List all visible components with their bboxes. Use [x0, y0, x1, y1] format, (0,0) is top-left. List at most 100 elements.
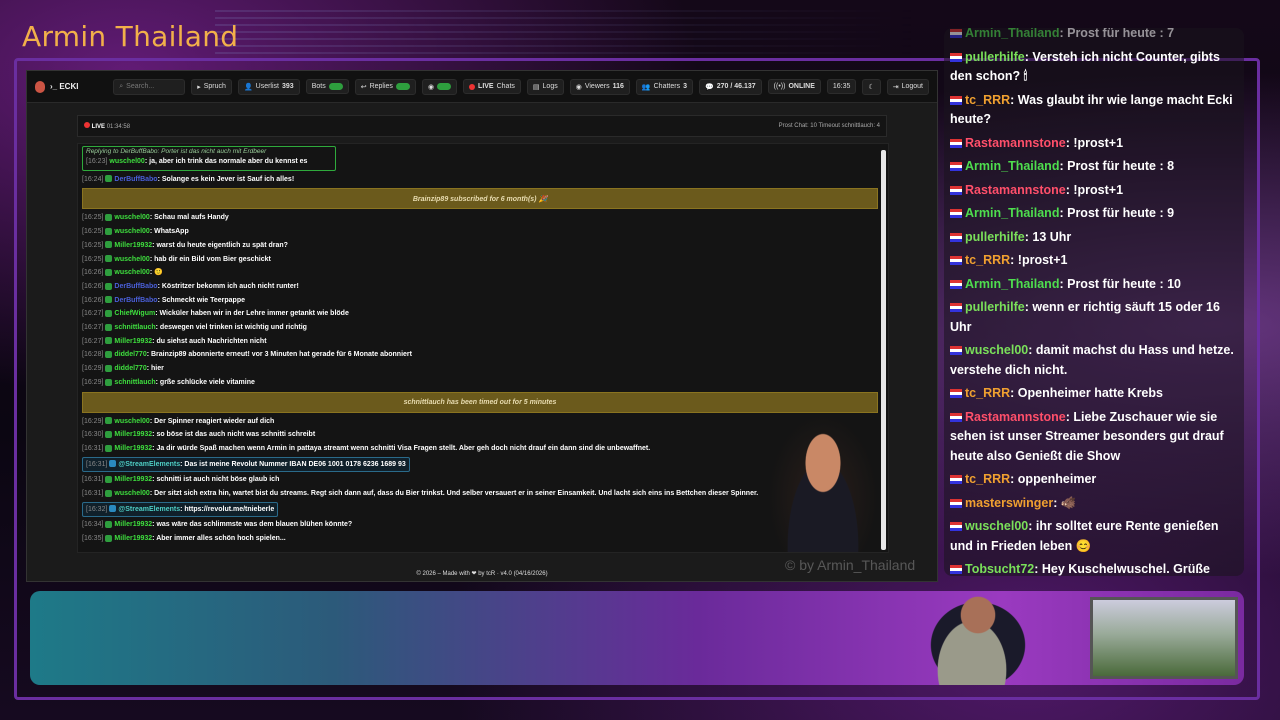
chat-username[interactable]: Miller19932 — [114, 431, 152, 438]
toggle-switch[interactable] — [395, 83, 410, 90]
badge-icon — [105, 417, 113, 425]
chat-username[interactable]: schnittlauch — [114, 379, 155, 386]
chat-message: [16:25] Miller19932: warst du heute eigen… — [78, 239, 888, 253]
live-dot-icon — [469, 83, 476, 90]
chat-username[interactable]: diddel770 — [114, 351, 146, 358]
online-status: ((•)) ONLINE — [767, 79, 821, 94]
chat-username[interactable]: @StreamElements — [118, 506, 180, 513]
chat-username[interactable]: ChiefWigum — [114, 310, 155, 317]
toggle-switch[interactable] — [328, 83, 343, 90]
chat-text: : was wäre das schlimmste was dem blauen… — [152, 521, 353, 529]
scrollbar[interactable] — [881, 150, 886, 550]
timestamp: [16:31] — [82, 490, 104, 498]
flag-icon — [950, 303, 962, 313]
spruch-button[interactable]: ▸ Spruch — [191, 78, 232, 95]
chat-username[interactable]: wuschel00 — [114, 256, 149, 263]
chat-username[interactable]: Miller19932 — [114, 445, 152, 452]
viewers-counter[interactable]: ◉ Viewers 116 — [569, 78, 630, 95]
chat-username[interactable]: schnittlauch — [114, 324, 155, 331]
overlay-username: Armin_Thailand — [965, 206, 1060, 220]
replies-toggle[interactable]: ↩ Replies — [354, 78, 416, 95]
badge-icon — [105, 534, 113, 542]
flag-icon — [950, 52, 962, 62]
badge-icon — [105, 364, 113, 372]
logout-button[interactable]: ⇥ Logout — [886, 78, 929, 95]
overlay-message: masterswinger: 🐗 — [944, 492, 1244, 516]
system-notice: schnittlauch has been timed out for 5 mi… — [82, 391, 878, 413]
chat-text: : warst du heute eigentlich zu spät dran… — [152, 241, 288, 249]
robot-toggle[interactable]: ◉ — [421, 78, 458, 95]
overlay-message: tc_RRR: Was glaubt ihr wie lange macht E… — [944, 89, 1244, 132]
overlay-text: : oppenheimer — [1010, 472, 1097, 486]
chat-username[interactable]: wuschel00 — [114, 214, 149, 221]
flag-icon — [950, 95, 962, 105]
chat-username[interactable]: Miller19932 — [114, 338, 152, 345]
chat-username[interactable]: DerBuffBabo — [114, 176, 157, 183]
flag-icon — [950, 162, 962, 172]
overlay-username: tc_RRR — [965, 92, 1011, 107]
overlay-username: wuschel00 — [965, 519, 1029, 533]
chat-username[interactable]: @StreamElements — [118, 461, 180, 468]
overlay-username: pullerhilfe — [965, 229, 1025, 244]
timestamp: [16:29] — [82, 378, 104, 386]
overlay-text: : Openheimer hatte Krebs — [1010, 386, 1163, 400]
timestamp: [16:24] — [82, 175, 104, 183]
chat-log[interactable]: Replying to DerBuffBabo: Porter ist das … — [77, 143, 889, 553]
chat-username[interactable]: wuschel00 — [114, 269, 149, 276]
robot-icon: ◉ — [427, 83, 435, 91]
timestamp: [16:26] — [82, 296, 104, 304]
overlay-message: Armin_Thailand: Prost für heute : 8 — [944, 155, 1244, 179]
live-status-bar: LIVE 01:34:58 Prost Chat: 10 Timeout sch… — [77, 115, 887, 137]
logs-button[interactable]: ▤ Logs — [526, 78, 564, 95]
overlay-message: Armin_Thailand: Prost für heute : 10 — [944, 273, 1244, 297]
timestamp: [16:25] — [82, 214, 104, 222]
flag-icon — [950, 138, 962, 148]
theme-toggle[interactable]: ☾ — [862, 78, 881, 95]
overlay-text: : 🐗 — [1053, 495, 1077, 510]
chat-username[interactable]: DerBuffBabo — [114, 283, 157, 290]
timestamp: [16:30] — [82, 431, 104, 439]
badge-icon — [105, 444, 113, 452]
chat-username[interactable]: wuschel00 — [114, 490, 149, 497]
play-icon: ▸ — [197, 83, 201, 91]
chat-username[interactable]: wuschel00 — [114, 418, 149, 425]
live-chats-button[interactable]: LIVE Chats — [463, 79, 521, 94]
badge-icon — [105, 282, 113, 290]
flag-icon — [950, 498, 962, 508]
badge-icon — [105, 214, 113, 222]
messages-counter[interactable]: 💬 270 / 46.137 — [699, 78, 762, 95]
overlay-username: tc_RRR — [965, 253, 1011, 267]
chat-username[interactable]: Miller19932 — [114, 535, 152, 542]
chat-username[interactable]: Miller19932 — [114, 242, 152, 249]
app-logo[interactable]: ›_ ECKI — [35, 80, 78, 93]
flag-icon — [950, 256, 962, 266]
chat-username[interactable]: Miller19932 — [114, 521, 152, 528]
overlay-text: : !prost+1 — [1010, 253, 1068, 267]
bots-toggle[interactable]: Bots — [305, 79, 349, 94]
chat-message: [16:28] diddel770: Brainzip89 abonnierte … — [78, 348, 888, 362]
timestamp: [16:31] — [82, 476, 104, 484]
chat-username[interactable]: DerBuffBabo — [114, 297, 157, 304]
badge-icon — [105, 521, 113, 529]
search-input[interactable]: ⌕ Search... — [113, 78, 186, 95]
userlist-button[interactable]: 👤 Userlist 393 — [237, 78, 300, 95]
toggle-switch[interactable] — [437, 83, 452, 90]
chat-text: : Solange es kein Jever ist Sauf ich all… — [157, 175, 295, 183]
garden-cam — [1090, 597, 1238, 679]
chat-text: : Schmeckt wie Teerpappe — [157, 296, 245, 304]
timestamp: [16:25] — [82, 255, 104, 263]
timestamp: [16:26] — [82, 269, 104, 277]
overlay-chat: Armin_Thailand: Prost für heute : 7 pulle… — [944, 28, 1244, 576]
reply-block[interactable]: Replying to DerBuffBabo: Porter ist das … — [82, 146, 336, 171]
overlay-message: pullerhilfe: 13 Uhr — [944, 226, 1244, 250]
timestamp: [16:27] — [82, 310, 104, 318]
flag-icon — [950, 522, 962, 532]
chat-username[interactable]: diddel770 — [114, 365, 146, 372]
chat-username[interactable]: wuschel00 — [114, 228, 149, 235]
chatters-counter[interactable]: 👥 Chatters 3 — [635, 78, 693, 95]
overlay-username: masterswinger — [965, 495, 1054, 510]
chat-username[interactable]: Miller19932 — [114, 476, 152, 483]
chat-text: : Der Spinner reagiert wieder auf dich — [149, 417, 275, 425]
overlay-username: Armin_Thailand — [965, 28, 1060, 40]
chat-text: : hab dir ein Bild vom Bier geschickt — [149, 255, 271, 263]
